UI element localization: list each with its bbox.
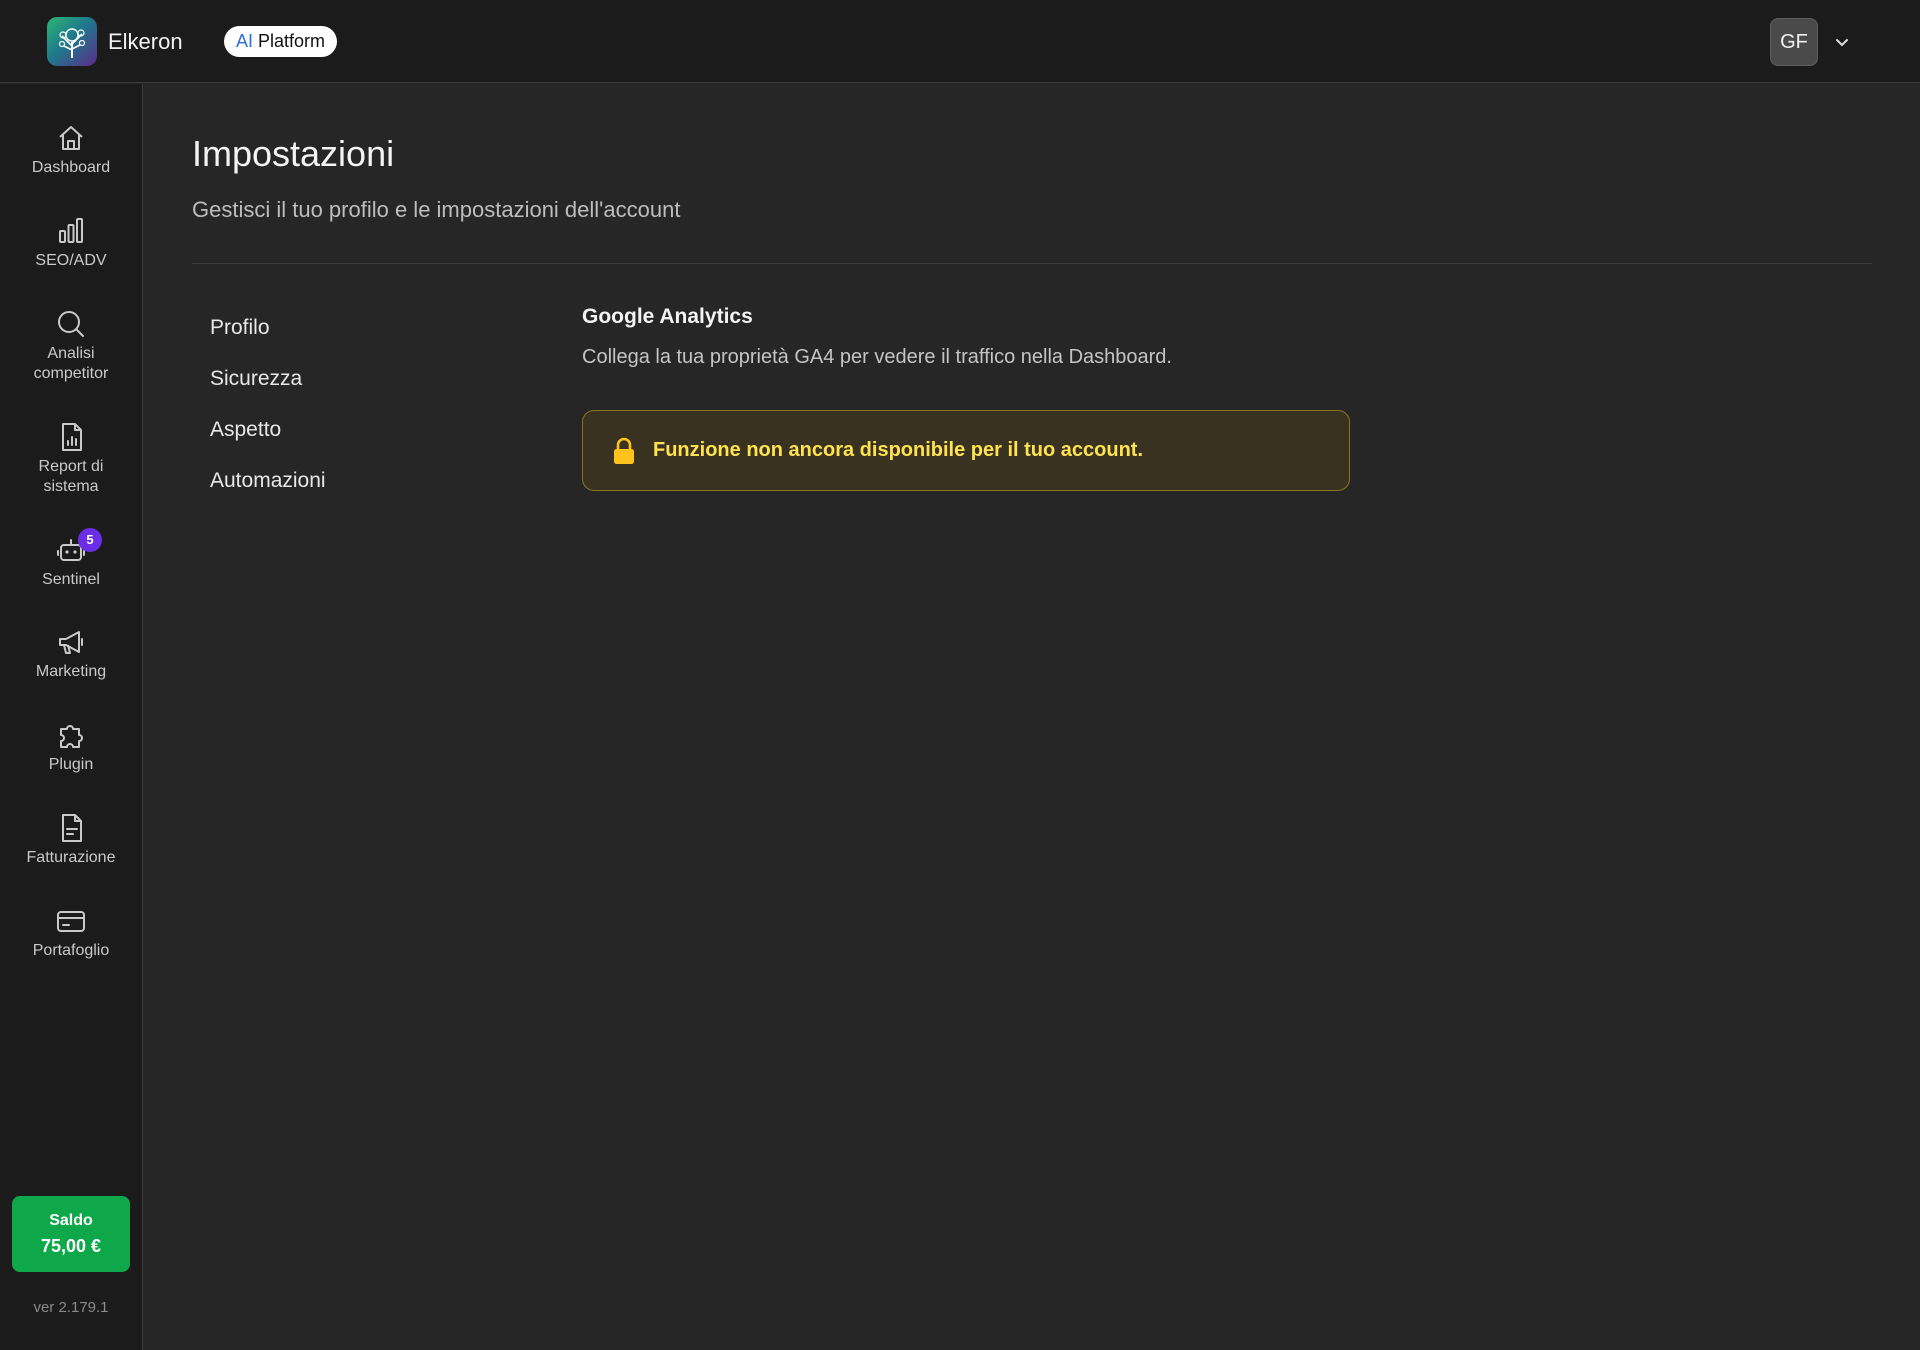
sidebar: Dashboard SEO/ADV Analisi competitor Rep… [0,84,143,1350]
settings-tab-automazioni[interactable]: Automazioni [210,463,326,514]
settings-tab-aspetto[interactable]: Aspetto [210,412,326,463]
sidebar-item-marketing[interactable]: Marketing [0,626,142,682]
settings-tab-profilo[interactable]: Profilo [210,310,326,361]
wallet-card-icon [57,911,85,932]
invoice-file-icon [62,814,82,842]
feature-unavailable-alert: Funzione non ancora disponibile per il t… [582,410,1350,491]
section-title: Google Analytics [582,305,753,328]
puzzle-icon [60,725,83,748]
sidebar-item-sentinel[interactable]: 5 Sentinel [0,528,142,590]
sidebar-item-label: Marketing [35,663,107,680]
top-bar: Elkeron AI Platform GF [0,0,1920,83]
notification-badge: 5 [78,528,102,552]
ai-label: AI [236,31,254,51]
sidebar-item-label: Portafoglio [32,942,110,959]
tree-logo-icon [58,27,86,58]
sidebar-item-label: Report di sistema [38,458,104,495]
megaphone-icon [59,631,83,654]
balance-button[interactable]: Saldo 75,00 € [12,1196,130,1272]
sidebar-item-label: Plugin [48,756,94,773]
divider [192,263,1872,264]
sidebar-item-portafoglio[interactable]: Portafoglio [0,905,142,961]
elkeron-logo[interactable] [47,17,97,66]
home-icon [59,126,83,150]
settings-nav: Profilo Sicurezza Aspetto Automazioni [210,310,326,514]
bar-chart-icon [59,218,83,243]
page-subtitle: Gestisci il tuo profilo e le impostazion… [192,197,681,222]
settings-tab-sicurezza[interactable]: Sicurezza [210,361,326,412]
platform-label: Platform [258,31,326,51]
sidebar-item-label: Sentinel [42,571,100,588]
sidebar-item-plugin[interactable]: Plugin [0,719,142,775]
section-description: Collega la tua proprietà GA4 per vedere … [582,346,1172,368]
sidebar-item-label: Analisi competitor [33,345,109,382]
balance-amount: 75,00 € [40,1235,102,1256]
sidebar-item-dashboard[interactable]: Dashboard [0,122,142,178]
sidebar-item-report-di-sistema[interactable]: Report di sistema [0,421,142,497]
report-file-icon [62,423,82,451]
ai-platform-badge: AI Platform [224,26,338,57]
app-name[interactable]: Elkeron [108,29,183,55]
version-label: ver 2.179.1 [33,1299,109,1316]
alert-text: Funzione non ancora disponibile per il t… [653,439,1144,461]
sidebar-item-fatturazione[interactable]: Fatturazione [0,812,142,868]
sidebar-item-seo-adv[interactable]: SEO/ADV [0,215,142,271]
chevron-down-icon[interactable] [1832,32,1852,52]
sidebar-item-label: SEO/ADV [35,252,107,269]
sidebar-item-label: Fatturazione [26,849,116,866]
lock-icon [614,437,634,464]
search-icon [58,311,84,337]
balance-label: Saldo [49,1211,93,1229]
sidebar-item-label: Dashboard [31,159,111,176]
page-title: Impostazioni [192,133,395,174]
sidebar-item-analisi-competitor[interactable]: Analisi competitor [0,308,142,384]
user-avatar[interactable]: GF [1770,18,1818,66]
